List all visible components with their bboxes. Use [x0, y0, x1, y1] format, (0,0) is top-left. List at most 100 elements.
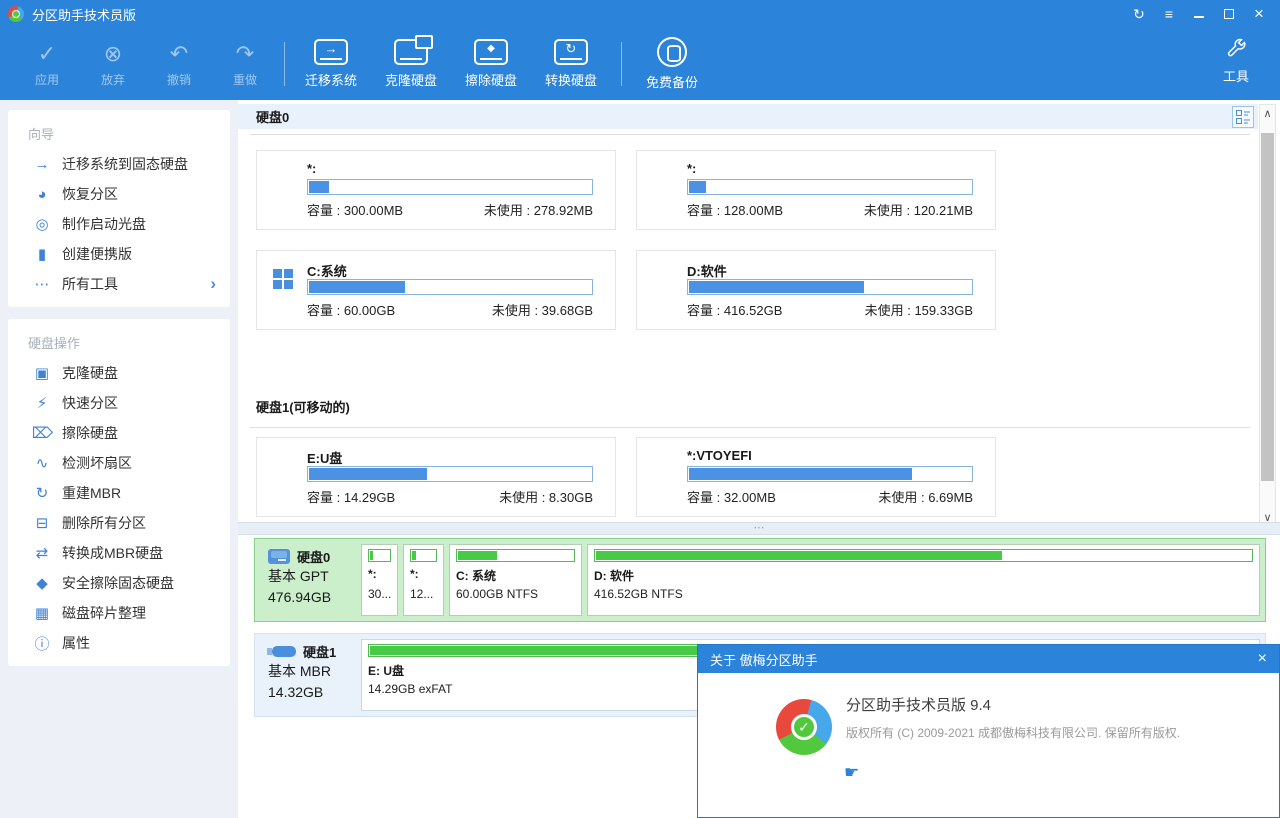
- redo-button[interactable]: ↷ 重做: [212, 41, 278, 88]
- grip-dots-icon: ⋯: [754, 522, 765, 534]
- volume-card-c[interactable]: C:系统 容量 : 60.00GB 未使用 : 39.68GB: [256, 250, 616, 330]
- panel-splitter[interactable]: ⋯: [238, 522, 1280, 535]
- info-icon: ⓘ: [32, 633, 52, 654]
- sidebar-item-quick-partition[interactable]: ⚡ 快速分区: [8, 388, 230, 418]
- partition-block-efi[interactable]: *: 30...: [361, 544, 398, 616]
- recover-pie-icon: ◕: [32, 186, 52, 203]
- maximize-button[interactable]: [1216, 3, 1242, 25]
- product-name: 分区助手技术员版 9.4: [846, 694, 991, 715]
- convert-disk-button[interactable]: ↻ 转换硬盘: [531, 39, 611, 89]
- disk-row-0[interactable]: 硬盘0 基本 GPT 476.94GB *: 30... *: 12...: [254, 538, 1266, 622]
- product-logo-icon: [776, 699, 832, 755]
- eraser-icon: ◆: [32, 574, 52, 592]
- redo-icon: ↷: [236, 41, 254, 67]
- clone-disk-icon: ▣: [32, 364, 52, 382]
- unused-label: 未使用 : 8.30GB: [499, 487, 593, 506]
- app-window: 分区助手技术员版 ↻ ≡ × ✓ 应用 ⊗ 放弃 ↶ 撤销 ↷ 重做 →: [0, 0, 1280, 818]
- usage-bar: [456, 549, 575, 562]
- scroll-up-icon[interactable]: ∧: [1260, 105, 1275, 123]
- capacity-label: 容量 : 60.00GB: [307, 300, 395, 319]
- partition-block-c[interactable]: C: 系统 60.00GB NTFS: [449, 544, 582, 616]
- undo-button[interactable]: ↶ 撤销: [146, 41, 212, 88]
- sidebar-item-surface-test[interactable]: ∿ 检测坏扇区: [8, 448, 230, 478]
- view-toggle-button[interactable]: [1232, 106, 1254, 128]
- volume-card-d[interactable]: D:软件 容量 : 416.52GB 未使用 : 159.33GB: [636, 250, 996, 330]
- rebuild-icon: ↻: [32, 484, 52, 502]
- sidebar-item-bootable-media[interactable]: ◎ 制作启动光盘: [8, 209, 230, 239]
- disk1-header: 硬盘1(可移动的): [238, 395, 350, 417]
- apply-button[interactable]: ✓ 应用: [14, 41, 80, 88]
- disk-scheme: 基本 MBR: [268, 661, 359, 682]
- dialog-title-bar: 关于 傲梅分区助手 ×: [698, 645, 1279, 673]
- scrollbar-thumb[interactable]: [1261, 133, 1274, 481]
- partition-block-d[interactable]: D: 软件 416.52GB NTFS: [587, 544, 1260, 616]
- sidebar-item-rebuild-mbr[interactable]: ↻ 重建MBR: [8, 478, 230, 508]
- migrate-disk-icon: →: [314, 39, 348, 65]
- volume-card-efi[interactable]: *: 容量 : 300.00MB 未使用 : 278.92MB: [256, 150, 616, 230]
- wipe-disk-button[interactable]: ◆ 擦除硬盘: [451, 39, 531, 89]
- sidebar-item-defragment[interactable]: ▦ 磁盘碎片整理: [8, 598, 230, 628]
- separator: [250, 134, 1250, 135]
- disk0-header-band: 硬盘0: [238, 104, 1258, 129]
- toolbar-separator: [621, 42, 622, 86]
- volume-card-e[interactable]: E:U盘 容量 : 14.29GB 未使用 : 8.30GB: [256, 437, 616, 517]
- sidebar-item-portable-version[interactable]: ▮ 创建便携版: [8, 239, 230, 269]
- tools-button[interactable]: 工具: [1206, 38, 1266, 85]
- sync-icon[interactable]: ↻: [1126, 3, 1152, 25]
- unused-label: 未使用 : 6.69MB: [878, 487, 973, 506]
- sidebar-item-recover-partition[interactable]: ◕ 恢复分区: [8, 179, 230, 209]
- sidebar-item-convert-to-mbr[interactable]: ⇄ 转换成MBR硬盘: [8, 538, 230, 568]
- menu-icon[interactable]: ≡: [1156, 3, 1182, 25]
- wizard-section: 向导 → 迁移系统到固态硬盘 ◕ 恢复分区 ◎ 制作启动光盘 ▮ 创建便携版: [8, 110, 230, 307]
- disk-info: 硬盘0 基本 GPT 476.94GB: [255, 546, 359, 608]
- wipe-icon: ⌦: [32, 424, 52, 442]
- usage-bar: [307, 179, 593, 195]
- sidebar-item-delete-all-partitions[interactable]: ⊟ 删除所有分区: [8, 508, 230, 538]
- partition-block-msr[interactable]: *: 12...: [403, 544, 444, 616]
- convert-disk-icon: ↻: [554, 39, 588, 65]
- window-controls: ↻ ≡ ×: [1126, 3, 1272, 25]
- disk-size: 14.32GB: [268, 682, 359, 703]
- capacity-label: 容量 : 32.00MB: [687, 487, 776, 506]
- sidebar-item-all-tools[interactable]: ⋯ 所有工具 ›: [8, 269, 230, 299]
- separator: [250, 427, 1250, 428]
- sidebar-item-migrate-os[interactable]: → 迁移系统到固态硬盘: [8, 149, 230, 179]
- unused-label: 未使用 : 120.21MB: [864, 200, 973, 219]
- clone-disk-button[interactable]: 克隆硬盘: [371, 39, 451, 89]
- free-backup-button[interactable]: 免费备份: [632, 37, 712, 91]
- capacity-label: 容量 : 416.52GB: [687, 300, 782, 319]
- volume-card-msr[interactable]: *: 容量 : 128.00MB 未使用 : 120.21MB: [636, 150, 996, 230]
- sidebar-item-wipe-disk[interactable]: ⌦ 擦除硬盘: [8, 418, 230, 448]
- app-logo-icon: [8, 6, 24, 22]
- close-button[interactable]: ×: [1246, 3, 1272, 25]
- undo-icon: ↶: [170, 41, 188, 67]
- disk-info: 硬盘1 基本 MBR 14.32GB: [255, 641, 359, 703]
- dialog-close-icon[interactable]: ×: [1258, 650, 1267, 668]
- sidebar-item-ssd-secure-erase[interactable]: ◆ 安全擦除固态硬盘: [8, 568, 230, 598]
- volume-card-vtoyefi[interactable]: *:VTOYEFI 容量 : 32.00MB 未使用 : 6.69MB: [636, 437, 996, 517]
- unused-label: 未使用 : 159.33GB: [865, 300, 973, 319]
- discard-icon: ⊗: [104, 41, 122, 67]
- wave-icon: ∿: [32, 454, 52, 472]
- clone-disk-icon: [394, 39, 428, 65]
- sidebar-item-clone-disk[interactable]: ▣ 克隆硬盘: [8, 358, 230, 388]
- vertical-scrollbar[interactable]: ∧ ∨: [1259, 104, 1276, 528]
- trash-icon: ⊟: [32, 514, 52, 532]
- app-title: 分区助手技术员版: [32, 5, 136, 24]
- sidebar: 向导 → 迁移系统到固态硬盘 ◕ 恢复分区 ◎ 制作启动光盘 ▮ 创建便携版: [0, 100, 238, 818]
- wipe-disk-icon: ◆: [474, 39, 508, 65]
- hand-icon[interactable]: ☛: [844, 763, 859, 783]
- capacity-label: 容量 : 128.00MB: [687, 200, 783, 219]
- dots-icon: ⋯: [32, 275, 52, 293]
- usb-stick-icon: ▮: [32, 245, 52, 263]
- check-icon: ✓: [38, 41, 56, 67]
- migrate-os-button[interactable]: → 迁移系统: [291, 39, 371, 89]
- discard-button[interactable]: ⊗ 放弃: [80, 41, 146, 88]
- disk-operations-section: 硬盘操作 ▣ 克隆硬盘 ⚡ 快速分区 ⌦ 擦除硬盘 ∿ 检测坏扇区: [8, 319, 230, 666]
- minimize-button[interactable]: [1186, 3, 1212, 25]
- list-view-icon: [1232, 106, 1254, 128]
- lightning-icon: ⚡: [32, 394, 52, 412]
- title-bar: 分区助手技术员版 ↻ ≡ ×: [0, 0, 1280, 28]
- usage-bar: [687, 466, 973, 482]
- sidebar-item-properties[interactable]: ⓘ 属性: [8, 628, 230, 658]
